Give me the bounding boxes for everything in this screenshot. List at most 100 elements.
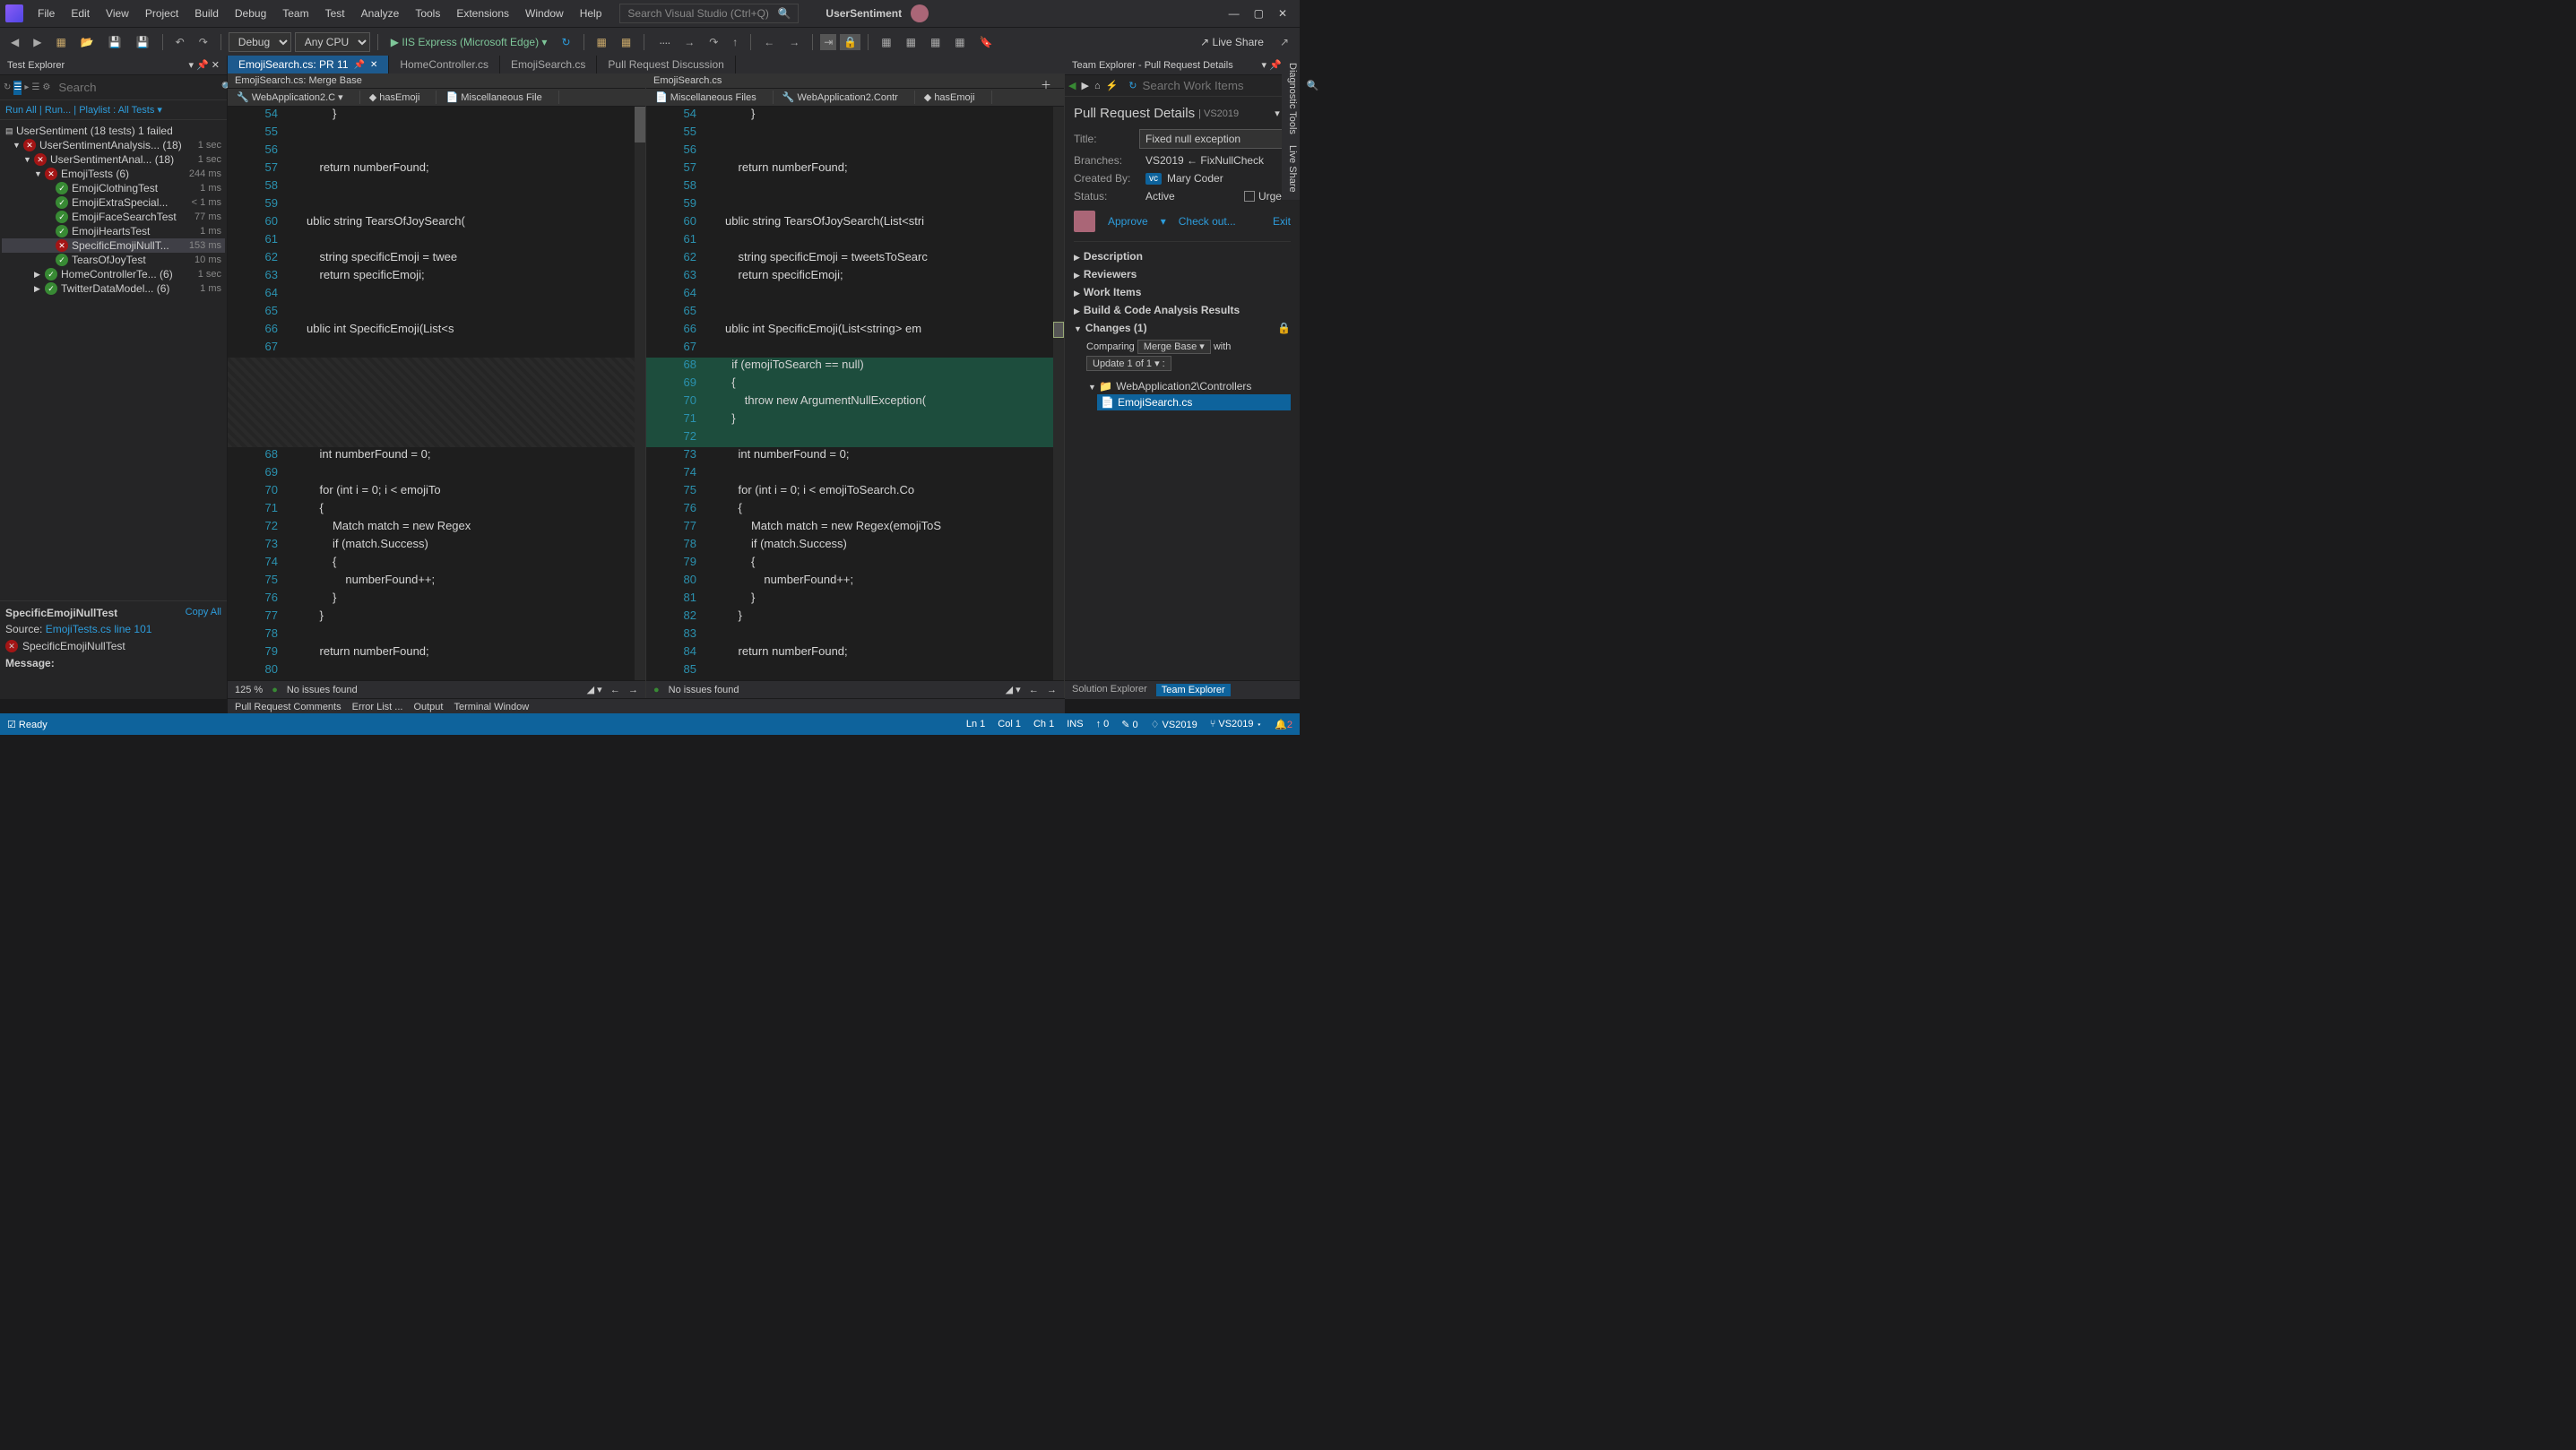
pr-title-input[interactable]	[1139, 129, 1291, 149]
code-line[interactable]: 57 return numberFound;	[228, 160, 645, 178]
code-line[interactable]: 65	[228, 304, 645, 322]
test-root[interactable]: ▤ UserSentiment (18 tests) 1 failed	[2, 124, 225, 138]
menu-window[interactable]: Window	[518, 4, 571, 23]
code-line[interactable]: 82 }	[646, 608, 1064, 626]
editor-tools[interactable]: ◢ ▾ ← →	[587, 684, 638, 695]
code-line[interactable]: 84 return numberFound;	[646, 644, 1064, 662]
file-row[interactable]: 📄EmojiSearch.cs	[1097, 394, 1291, 410]
update-dropdown[interactable]: Update 1 of 1 ▾ :	[1086, 356, 1171, 371]
code-line[interactable]: 75 numberFound++;	[228, 573, 645, 591]
nav-icon[interactable]: →	[783, 33, 805, 51]
menu-project[interactable]: Project	[138, 4, 186, 23]
plug-icon[interactable]: ⚡	[1106, 80, 1119, 91]
window-minimize[interactable]: —	[1229, 7, 1240, 20]
code-line[interactable]: 67	[228, 340, 645, 358]
refresh-icon[interactable]: ↻	[1128, 80, 1137, 91]
code-line[interactable]: 79 {	[646, 555, 1064, 573]
code-line[interactable]: 81 }	[646, 591, 1064, 608]
run-all-link[interactable]: Run All	[5, 105, 37, 116]
test-row[interactable]: ✓EmojiClothingTest1 ms	[2, 181, 225, 195]
run-link[interactable]: Run...	[45, 105, 71, 116]
test-row[interactable]: ▶✓TwitterDataModel... (6)1 ms	[2, 281, 225, 296]
status-push[interactable]: ↑ 0	[1096, 719, 1110, 730]
add-tab-icon[interactable]: ＋	[1041, 77, 1051, 92]
code-line[interactable]: 68 if (emojiToSearch == null)	[646, 358, 1064, 375]
code-line[interactable]: 63 return specificEmoji;	[646, 268, 1064, 286]
notifications-icon[interactable]: 🔔2	[1275, 719, 1292, 730]
test-row[interactable]: ▼✕EmojiTests (6)244 ms	[2, 167, 225, 181]
zoom-level[interactable]: 125 %	[235, 685, 263, 695]
test-row[interactable]: ✓TearsOfJoyTest10 ms	[2, 253, 225, 267]
code-line[interactable]: 71 {	[228, 501, 645, 519]
doc-tab[interactable]: HomeController.cs	[389, 56, 500, 73]
menu-view[interactable]: View	[99, 4, 136, 23]
search-icon[interactable]: 🔍	[1307, 80, 1319, 91]
code-line[interactable]: 69 {	[646, 375, 1064, 393]
tool-icon[interactable]: ▦	[592, 33, 612, 51]
code-line[interactable]: 75 for (int i = 0; i < emojiToSearch.Co	[646, 483, 1064, 501]
code-line[interactable]: 64	[228, 286, 645, 304]
code-line[interactable]: 54 }	[646, 107, 1064, 125]
code-line[interactable]: 55	[228, 125, 645, 142]
output-tab[interactable]: Output	[413, 702, 443, 712]
tool-icon[interactable]: ▦	[876, 33, 896, 51]
code-line[interactable]: 76 }	[228, 591, 645, 608]
pr-section[interactable]: ▶Reviewers	[1074, 265, 1291, 283]
back-icon[interactable]: ◀	[1068, 80, 1076, 91]
diagnostic-tools-tab[interactable]: Diagnostic Tools	[1284, 63, 1298, 134]
scrollbar[interactable]	[635, 107, 645, 680]
menu-debug[interactable]: Debug	[228, 4, 273, 23]
save-all-icon[interactable]: 💾	[131, 33, 155, 51]
folder-row[interactable]: ▼ 📁WebApplication2\Controllers	[1088, 378, 1291, 394]
step-icon[interactable]: →	[679, 33, 700, 51]
home-icon[interactable]: ⌂	[1094, 81, 1101, 91]
work-item-search[interactable]	[1143, 79, 1301, 92]
redo-icon[interactable]: ↷	[194, 33, 213, 51]
code-line[interactable]: 61	[646, 232, 1064, 250]
doc-tab[interactable]: Pull Request Discussion	[597, 56, 735, 73]
right-code[interactable]: 54 }555657 return numberFound;585960 ubl…	[646, 107, 1064, 680]
test-row[interactable]: ✕SpecificEmojiNullT...153 ms	[2, 238, 225, 253]
code-line[interactable]: 66 ublic int SpecificEmoji(List<string> …	[646, 322, 1064, 340]
test-row[interactable]: ▶✓HomeControllerTe... (6)1 sec	[2, 267, 225, 281]
checkout-link[interactable]: Check out...	[1179, 215, 1236, 228]
left-code[interactable]: 54 }555657 return numberFound;585960 ubl…	[228, 107, 645, 680]
code-line[interactable]: 69	[228, 465, 645, 483]
tool-icon[interactable]: ▦	[616, 33, 636, 51]
output-tab[interactable]: Error List ...	[352, 702, 403, 712]
menu-build[interactable]: Build	[187, 4, 226, 23]
code-line[interactable]: 62 string specificEmoji = twee	[228, 250, 645, 268]
nav-back-icon[interactable]: ◀	[5, 33, 24, 51]
filter-icon[interactable]: ▸	[24, 81, 29, 95]
code-line[interactable]: 56	[228, 142, 645, 160]
code-line[interactable]: 55	[646, 125, 1064, 142]
menu-help[interactable]: Help	[573, 4, 609, 23]
save-icon[interactable]: 💾	[103, 33, 127, 51]
step-icon[interactable]: ↷	[704, 33, 723, 51]
undo-icon[interactable]: ↶	[170, 33, 190, 51]
output-tab[interactable]: Terminal Window	[454, 702, 529, 712]
new-icon[interactable]: ▦	[50, 33, 71, 51]
code-line[interactable]: 57 return numberFound;	[646, 160, 1064, 178]
code-line[interactable]: 85	[646, 662, 1064, 680]
code-line[interactable]: 76 {	[646, 501, 1064, 519]
code-line[interactable]: 61	[228, 232, 645, 250]
changes-section[interactable]: ▼Changes (1)🔒	[1074, 319, 1291, 337]
menu-file[interactable]: File	[30, 4, 62, 23]
refresh-icon[interactable]: ↻	[556, 33, 575, 51]
settings-icon[interactable]: ⚙	[42, 81, 50, 95]
code-line[interactable]: 70 for (int i = 0; i < emojiTo	[228, 483, 645, 501]
start-debug-button[interactable]: ▶ IIS Express (Microsoft Edge) ▾	[385, 33, 553, 51]
code-line[interactable]: 58	[228, 178, 645, 196]
compare-mode-dropdown[interactable]: Merge Base ▾	[1137, 340, 1211, 354]
code-line[interactable]: 79 return numberFound;	[228, 644, 645, 662]
code-line[interactable]: 62 string specificEmoji = tweetsToSearc	[646, 250, 1064, 268]
code-line[interactable]: 73 if (match.Success)	[228, 537, 645, 555]
group-icon[interactable]: ☰	[13, 81, 22, 95]
config-dropdown[interactable]: Debug	[229, 32, 291, 52]
scrollbar[interactable]	[1053, 107, 1064, 680]
menu-team[interactable]: Team	[275, 4, 316, 23]
tool-icon[interactable]: 🔒	[840, 34, 860, 50]
open-icon[interactable]: 📂	[75, 33, 99, 51]
pr-section[interactable]: ▶Work Items	[1074, 283, 1291, 301]
